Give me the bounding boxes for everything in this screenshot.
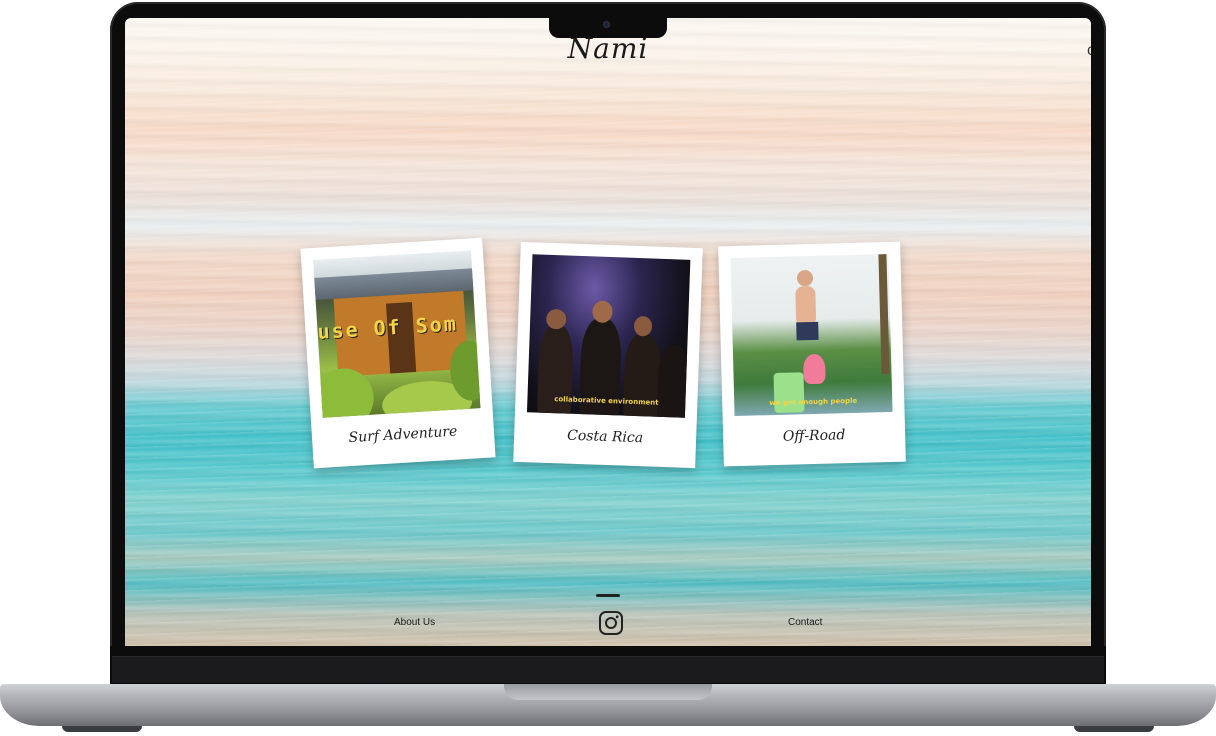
gallery-caption: Off-Road <box>782 427 846 445</box>
webcam-icon <box>603 21 610 28</box>
laptop-foot-right <box>1074 726 1154 732</box>
website-screen: Nami c use Of Som Surf Adventure collabo… <box>125 18 1091 646</box>
header-edge-icon[interactable]: c <box>1087 42 1091 60</box>
off-road-photo: we got enough people <box>730 253 893 417</box>
about-us-link[interactable]: About Us <box>394 617 435 628</box>
gallery-card-costa-rica[interactable]: collaborative environment Costa Rica <box>513 241 703 469</box>
gallery-caption: Surf Adventure <box>348 423 458 447</box>
gallery-card-off-road[interactable]: we got enough people Off-Road <box>718 241 906 467</box>
instagram-icon[interactable] <box>598 610 624 636</box>
gallery-card-surf-adventure[interactable]: use Of Som Surf Adventure <box>300 237 496 469</box>
laptop-foot-left <box>62 726 142 732</box>
laptop-hinge <box>112 656 1104 683</box>
costa-rica-photo: collaborative environment <box>526 254 691 418</box>
camera-notch <box>549 18 667 38</box>
photo-subtitle: we got enough people <box>769 396 858 408</box>
surf-adventure-photo: use Of Som <box>313 250 481 418</box>
laptop-opening-notch <box>504 684 712 700</box>
contact-link[interactable]: Contact <box>788 617 822 628</box>
footer-divider <box>596 594 620 597</box>
gallery-caption: Costa Rica <box>566 427 644 447</box>
